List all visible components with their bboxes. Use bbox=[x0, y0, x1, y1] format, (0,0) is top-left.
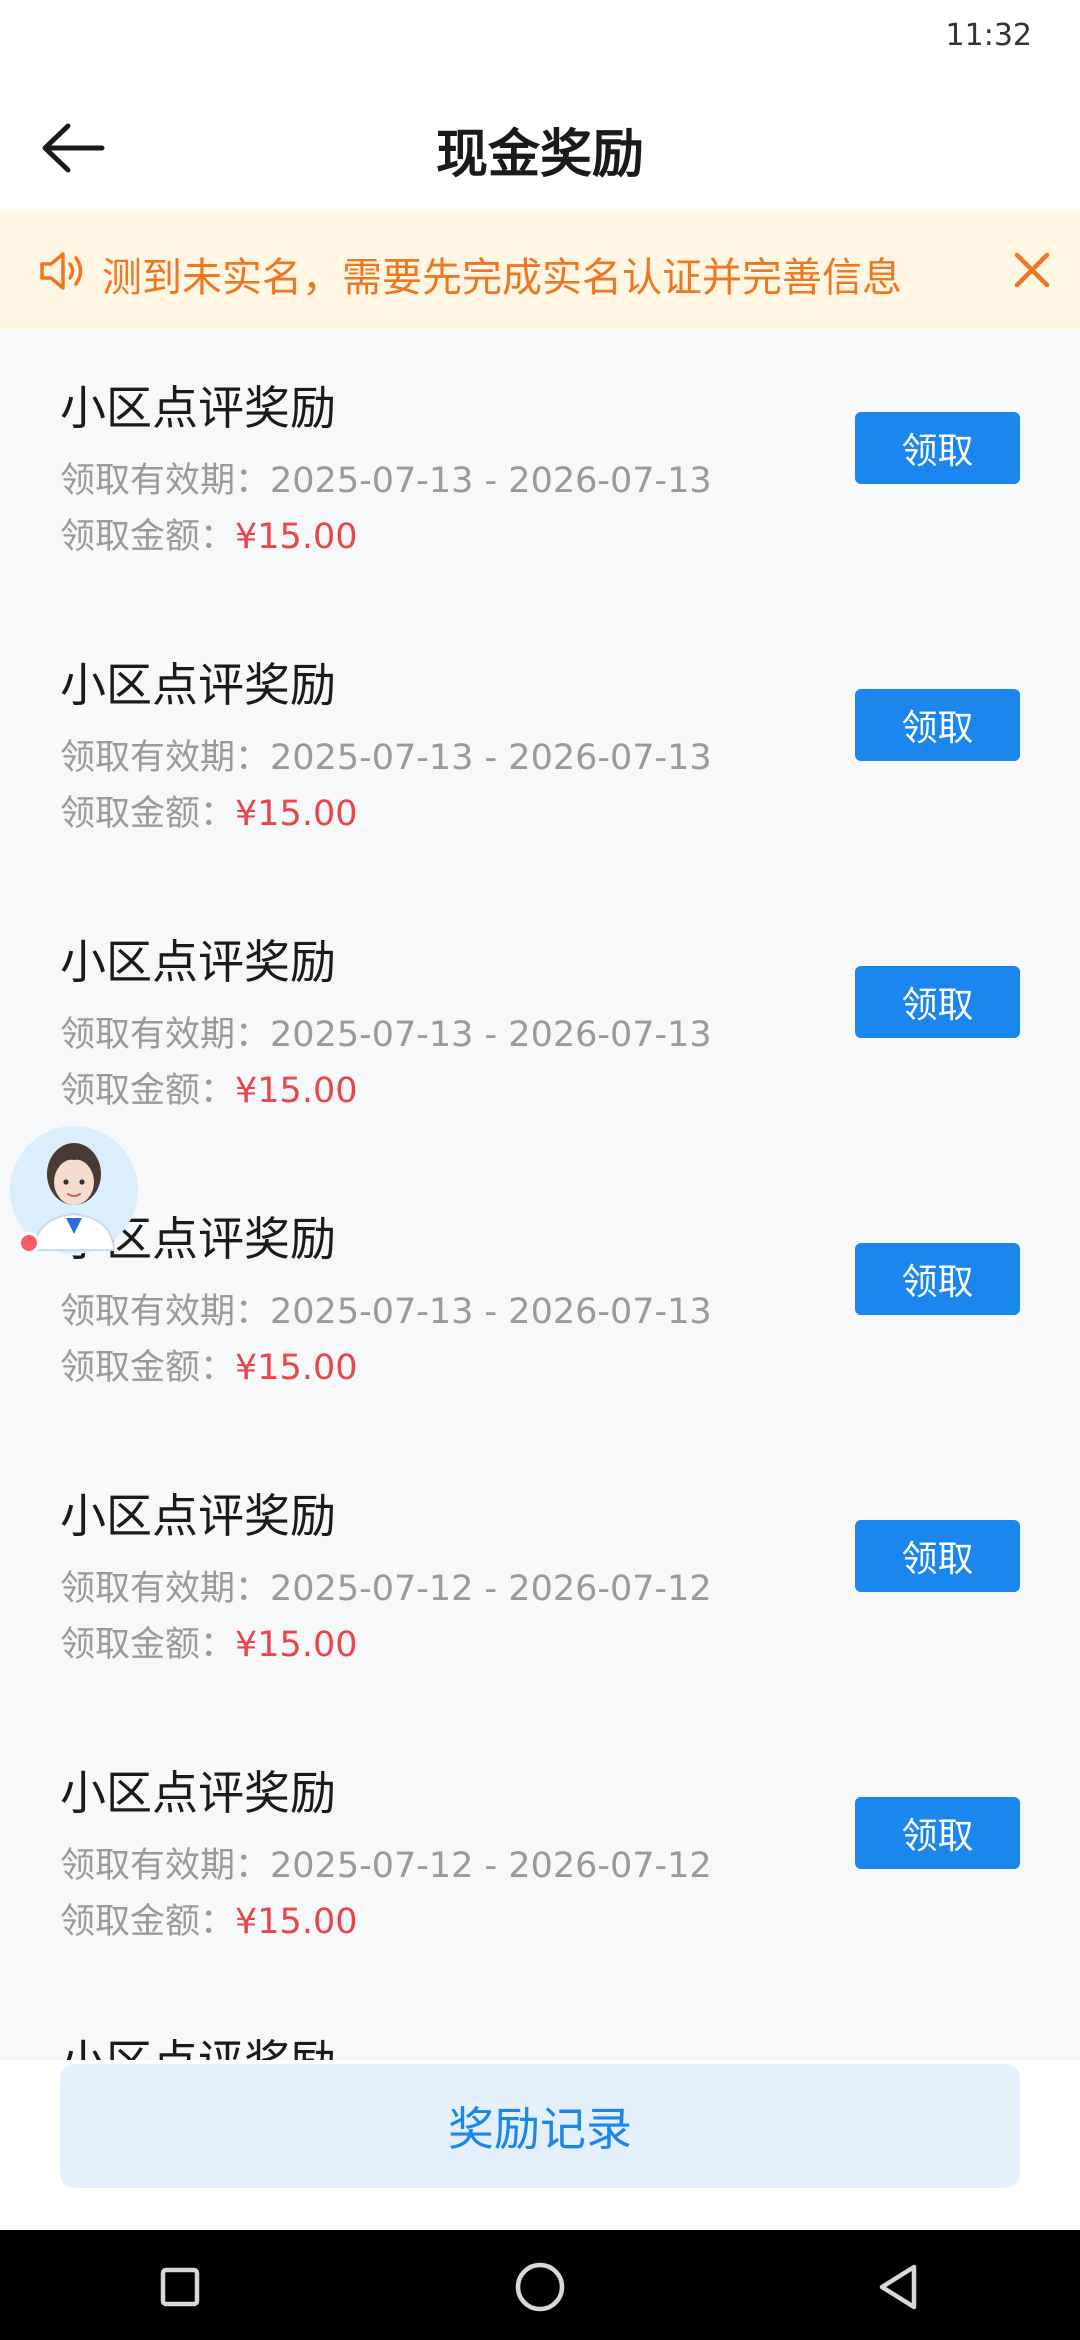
status-time: 11:32 bbox=[945, 18, 1032, 53]
reward-amount: 领取金额：¥15.00 bbox=[60, 1625, 358, 1665]
footer: 奖励记录 bbox=[0, 2060, 1080, 2230]
ai-status-dot bbox=[18, 1232, 40, 1254]
reward-card: 小区点评奖励 领取有效期：2025-07-13 - 2026-07-13 领取金… bbox=[0, 1161, 1080, 1437]
claim-button[interactable]: 领取 bbox=[855, 966, 1020, 1038]
triangle-back-icon bbox=[879, 2264, 917, 2310]
reward-amount: 领取金额：¥15.00 bbox=[60, 1071, 358, 1111]
square-icon bbox=[160, 2267, 200, 2307]
reward-period: 领取有效期：2025-07-13 - 2026-07-13 bbox=[60, 738, 712, 778]
reward-records-button[interactable]: 奖励记录 bbox=[60, 2064, 1020, 2188]
reward-title: 小区点评奖励 bbox=[60, 1489, 336, 1543]
notice-text: 测到未实名，需要先完成实名认证并完善信息 bbox=[102, 255, 902, 301]
reward-period: 领取有效期：2025-07-12 - 2026-07-12 bbox=[60, 1569, 712, 1609]
claim-button[interactable]: 领取 bbox=[855, 1520, 1020, 1592]
reward-title: 小区点评奖励 bbox=[60, 658, 336, 712]
reward-card: 小区点评奖励 领取有效期：2025-07-13 - 2026-07-13 领取金… bbox=[0, 330, 1080, 606]
speaker-icon bbox=[40, 252, 83, 290]
claim-button[interactable]: 领取 bbox=[855, 1243, 1020, 1315]
reward-title: 小区点评奖励 bbox=[60, 2026, 336, 2060]
reward-title: 小区点评奖励 bbox=[60, 381, 336, 435]
reward-card: 小区点评奖励 bbox=[0, 1992, 1080, 2060]
verification-notice: 测到未实名，需要先完成实名认证并完善信息 bbox=[0, 210, 1080, 330]
reward-amount: 领取金额：¥15.00 bbox=[60, 1902, 358, 1942]
claim-button[interactable]: 领取 bbox=[855, 1797, 1020, 1869]
reward-card: 小区点评奖励 领取有效期：2025-07-12 - 2026-07-12 领取金… bbox=[0, 1715, 1080, 1991]
recent-apps-button[interactable] bbox=[145, 2252, 215, 2322]
reward-card: 小区点评奖励 领取有效期：2025-07-13 - 2026-07-13 领取金… bbox=[0, 607, 1080, 883]
system-nav-bar bbox=[0, 2230, 1080, 2340]
reward-title: 小区点评奖励 bbox=[60, 1766, 336, 1820]
reward-period: 领取有效期：2025-07-13 - 2026-07-13 bbox=[60, 1292, 712, 1332]
reward-list[interactable]: 小区点评奖励 领取有效期：2025-07-13 - 2026-07-13 领取金… bbox=[0, 330, 1080, 2060]
status-bar: 11:32 bbox=[0, 0, 1080, 80]
reward-card: 小区点评奖励 领取有效期：2025-07-13 - 2026-07-13 领取金… bbox=[0, 884, 1080, 1160]
reward-amount: 领取金额：¥15.00 bbox=[60, 794, 358, 834]
reward-period: 领取有效期：2025-07-12 - 2026-07-12 bbox=[60, 1846, 712, 1886]
system-back-button[interactable] bbox=[863, 2252, 933, 2322]
reward-period: 领取有效期：2025-07-13 - 2026-07-13 bbox=[60, 461, 712, 501]
close-icon bbox=[1014, 252, 1050, 288]
reward-card: 小区点评奖励 领取有效期：2025-07-12 - 2026-07-12 领取金… bbox=[0, 1438, 1080, 1714]
close-notice-button[interactable] bbox=[1002, 238, 1062, 302]
reward-amount: 领取金额：¥15.00 bbox=[60, 1348, 358, 1388]
circle-icon bbox=[515, 2262, 565, 2312]
header: 现金奖励 bbox=[0, 80, 1080, 210]
claim-button[interactable]: 领取 bbox=[855, 412, 1020, 484]
reward-amount: 领取金额：¥15.00 bbox=[60, 517, 358, 557]
claim-button[interactable]: 领取 bbox=[855, 689, 1020, 761]
reward-period: 领取有效期：2025-07-13 - 2026-07-13 bbox=[60, 1015, 712, 1055]
reward-title: 小区点评奖励 bbox=[60, 935, 336, 989]
page-title: 现金奖励 bbox=[435, 125, 644, 185]
home-button[interactable] bbox=[505, 2252, 575, 2322]
